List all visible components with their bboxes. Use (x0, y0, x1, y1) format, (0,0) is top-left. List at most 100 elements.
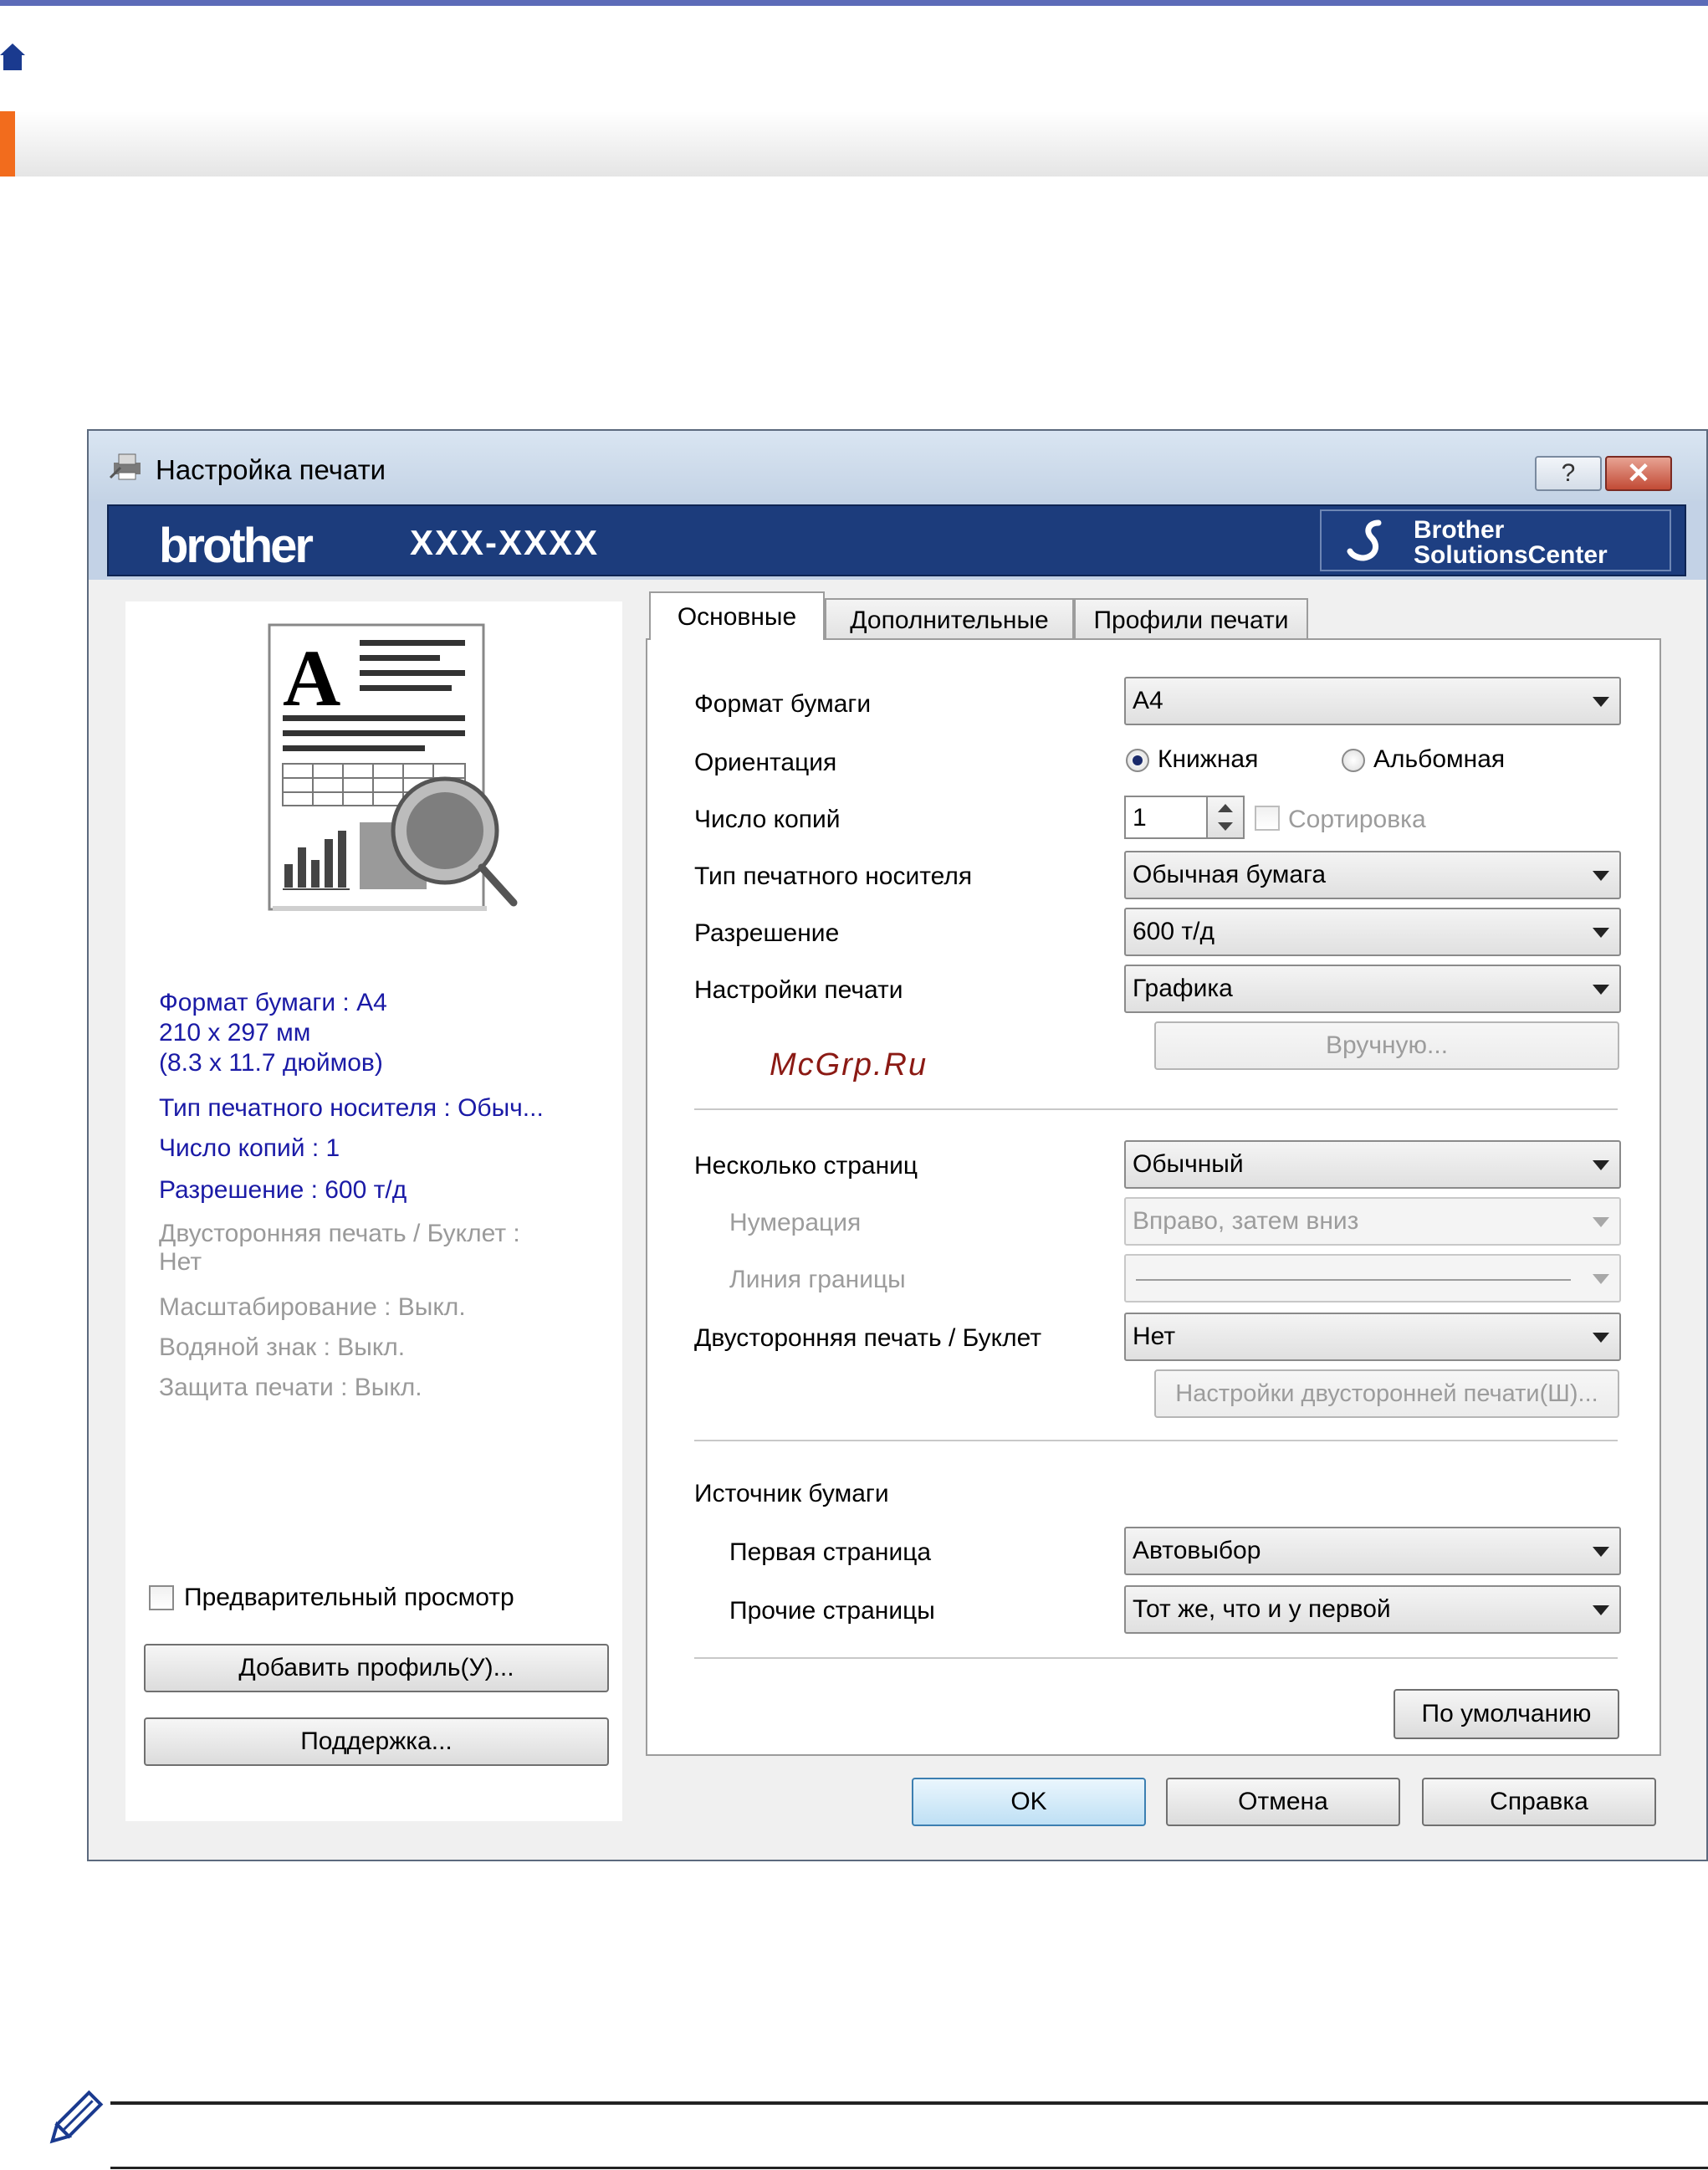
home-icon[interactable] (0, 42, 25, 72)
first-page-value: Автовыбор (1133, 1537, 1261, 1564)
separator (694, 1657, 1618, 1659)
chevron-down-icon (1593, 1217, 1609, 1227)
svg-text:A: A (283, 633, 340, 723)
brand-banner: brother XXX-XXXX Brother SolutionsCenter (107, 504, 1686, 576)
pencil-note-icon (49, 2090, 104, 2144)
preview-checkbox[interactable] (149, 1585, 174, 1610)
chevron-down-icon (1593, 1605, 1609, 1615)
multiple-pages-label: Несколько страниц (694, 1152, 918, 1180)
tab-basic[interactable]: Основные (649, 591, 825, 640)
ok-button[interactable]: OK (912, 1778, 1146, 1826)
print-settings-label: Настройки печати (694, 976, 903, 1004)
media-type-value: Обычная бумага (1133, 861, 1327, 888)
help-dialog-button[interactable]: Справка (1422, 1778, 1656, 1826)
page-order-select[interactable]: Вправо, затем вниз (1124, 1197, 1621, 1246)
summary-media-type: Тип печатного носителя : Обыч... (159, 1094, 544, 1122)
multiple-pages-select[interactable]: Обычный (1124, 1140, 1621, 1189)
resolution-select[interactable]: 600 т/д (1124, 908, 1621, 956)
landscape-label: Альбомная (1373, 745, 1506, 773)
orientation-label: Ориентация (694, 749, 837, 776)
model-name: XXX-XXXX (410, 523, 600, 562)
summary-duplex: Двусторонняя печать / Буклет : (159, 1220, 520, 1247)
summary-copies: Число копий : 1 (159, 1134, 340, 1162)
help-button[interactable]: ? (1535, 456, 1602, 491)
collate-checkbox[interactable] (1255, 806, 1280, 831)
multiple-pages-value: Обычный (1133, 1150, 1244, 1178)
paper-size-value: A4 (1133, 687, 1163, 714)
close-button[interactable]: ✕ (1605, 456, 1672, 491)
border-line-select[interactable] (1124, 1254, 1621, 1303)
other-pages-value: Тот же, что и у первой (1133, 1595, 1391, 1623)
tab-advanced[interactable]: Дополнительные (825, 598, 1074, 640)
duplex-value: Нет (1133, 1323, 1176, 1350)
title-bar: Настройка печати ? ✕ (89, 431, 1706, 501)
support-button[interactable]: Поддержка... (144, 1717, 609, 1766)
collate-label: Сортировка (1288, 806, 1426, 833)
duplex-select[interactable]: Нет (1124, 1313, 1621, 1361)
solutions-label-line1: Brother (1414, 516, 1505, 544)
first-page-select[interactable]: Автовыбор (1124, 1527, 1621, 1575)
paper-size-select[interactable]: A4 (1124, 677, 1621, 725)
print-settings-value: Графика (1133, 975, 1233, 1002)
page-preview-image: A (268, 623, 518, 911)
stepper-up-icon (1218, 804, 1233, 812)
chevron-down-icon (1593, 1274, 1609, 1284)
top-rule (0, 0, 1708, 6)
first-page-label: Первая страница (729, 1538, 932, 1566)
page-order-label: Нумерация (729, 1209, 862, 1236)
print-settings-dialog: Настройка печати ? ✕ brother XXX-XXXX Br… (87, 429, 1708, 1861)
default-button[interactable]: По умолчанию (1394, 1689, 1619, 1739)
brother-logo: brother (159, 519, 314, 573)
chevron-down-icon (1593, 1547, 1609, 1557)
paper-source-label: Источник бумаги (694, 1480, 889, 1507)
summary-scaling: Масштабирование : Выкл. (159, 1293, 466, 1321)
border-line-label: Линия границы (729, 1266, 906, 1293)
print-settings-select[interactable]: Графика (1124, 965, 1621, 1013)
manual-settings-button[interactable]: Вручную... (1154, 1021, 1619, 1070)
chevron-down-icon (1593, 1160, 1609, 1170)
duplex-label: Двусторонняя печать / Буклет (694, 1324, 1042, 1352)
note-rule (110, 2101, 1708, 2105)
solutions-logo-icon (1347, 519, 1382, 561)
add-profile-button[interactable]: Добавить профиль(У)... (144, 1644, 609, 1692)
media-type-select[interactable]: Обычная бумага (1124, 851, 1621, 899)
portrait-label: Книжная (1158, 745, 1259, 773)
summary-paper-size: Формат бумаги : A4 (159, 989, 387, 1016)
watermark-text: McGrp.Ru (770, 1047, 928, 1082)
resolution-label: Разрешение (694, 919, 840, 947)
page-order-value: Вправо, затем вниз (1133, 1207, 1359, 1235)
copies-input[interactable]: 1 (1124, 796, 1208, 839)
chevron-down-icon (1593, 697, 1609, 707)
printer-icon (109, 453, 141, 480)
portrait-radio[interactable] (1126, 749, 1149, 772)
solutions-center-button[interactable]: Brother SolutionsCenter (1320, 509, 1671, 571)
dialog-body: A Формат бумаги: A4 210 x 297 мм (8.3 x… (89, 580, 1706, 1860)
summary-dimensions-in: (8.3 x 11.7 дюймов) (159, 1049, 383, 1077)
chevron-down-icon (1593, 985, 1609, 995)
copies-value: 1 (1133, 804, 1147, 832)
summary-resolution: Разрешение : 600 т/д (159, 1176, 407, 1204)
basic-tab-panel: Формат бумаги A4 Ориентация Книжная Альб… (646, 638, 1661, 1756)
media-type-label: Тип печатного носителя (694, 862, 973, 890)
solutions-label-line2: SolutionsCenter (1414, 541, 1608, 569)
other-pages-select[interactable]: Тот же, что и у первой (1124, 1585, 1621, 1634)
separator (694, 1108, 1618, 1110)
section-header-band (15, 111, 1708, 177)
stepper-down-icon (1218, 822, 1233, 831)
preview-panel: A Формат бумаги: A4 210 x 297 мм (8.3 x… (125, 601, 622, 1821)
tab-print-profiles[interactable]: Профили печати (1074, 598, 1308, 640)
duplex-settings-button[interactable]: Настройки двусторонней печати(Ш)... (1154, 1369, 1619, 1418)
border-line-sample (1136, 1279, 1571, 1281)
summary-duplex-value: Нет (159, 1248, 202, 1276)
summary-dimensions-mm: 210 x 297 мм (159, 1019, 311, 1047)
window-title: Настройка печати (156, 454, 386, 485)
chevron-down-icon (1593, 928, 1609, 938)
landscape-radio[interactable] (1342, 749, 1365, 772)
section-marker (0, 111, 15, 177)
resolution-value: 600 т/д (1133, 918, 1215, 945)
chevron-down-icon (1593, 1333, 1609, 1343)
note-rule-bottom (110, 2167, 1708, 2169)
cancel-button[interactable]: Отмена (1166, 1778, 1400, 1826)
copies-label: Число копий (694, 806, 841, 833)
copies-stepper[interactable] (1206, 796, 1245, 839)
